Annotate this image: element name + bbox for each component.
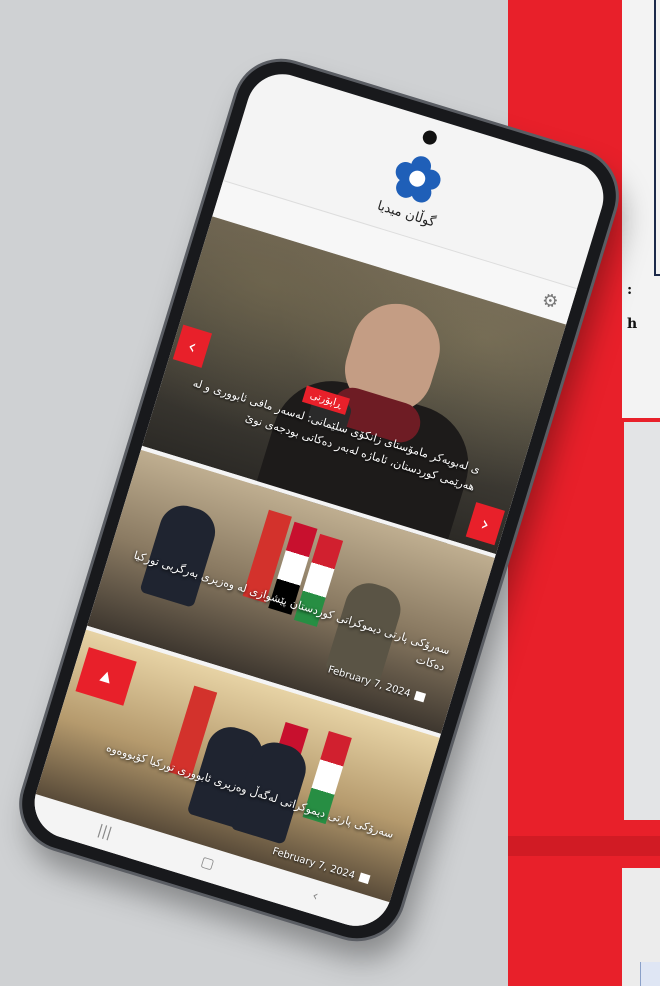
side-panel-bottom-edge — [640, 962, 660, 986]
side-panel-text-2: h — [627, 316, 638, 332]
side-panel-text-1: : — [627, 282, 633, 298]
media-logo-icon: ▲ — [75, 647, 137, 706]
calendar-icon — [413, 690, 427, 703]
red-accent-bar-shadow — [508, 836, 660, 856]
side-panel-middle — [624, 422, 660, 820]
gear-icon[interactable]: ⚙ — [539, 289, 561, 314]
menu-icon[interactable]: ||| — [96, 822, 114, 841]
side-panel-frame — [654, 0, 660, 276]
flower-logo-icon — [395, 156, 441, 203]
calendar-icon — [358, 872, 371, 885]
back-icon[interactable]: ‹ — [310, 888, 320, 905]
home-icon[interactable]: ▢ — [199, 854, 216, 873]
front-camera — [421, 128, 439, 147]
